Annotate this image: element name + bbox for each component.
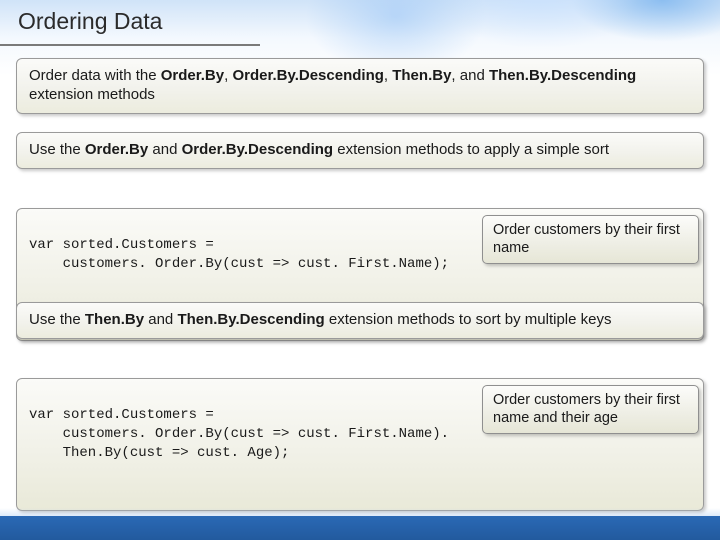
code-line: customers. Order.By(cust => cust. First.… [29,426,449,442]
text: and [144,311,177,328]
text: extension methods [29,86,155,103]
method-orderbydesc: Order.By.Descending [232,67,383,84]
code-line: var sorted.Customers = [29,237,214,253]
callout-2: Order customers by their first name and … [482,385,699,434]
method-orderby: Order.By [85,141,148,158]
method-thenbydesc: Then.By.Descending [177,311,324,328]
title-underline [0,44,260,46]
code-block-2: var sorted.Customers = customers. Order.… [16,378,704,511]
method-thenby: Then.By [392,67,451,84]
footer-shine [0,508,720,516]
orderby-card: Use the Order.By and Order.By.Descending… [16,132,704,169]
thenby-card: Use the Then.By and Then.By.Descending e… [16,302,704,339]
code-line: customers. Order.By(cust => cust. First.… [29,256,449,272]
text: extension methods to sort by multiple ke… [325,311,612,328]
code-line: Then.By(cust => cust. Age); [29,445,289,461]
method-thenby: Then.By [85,311,144,328]
code-line: var sorted.Customers = [29,407,214,423]
method-orderbydesc: Order.By.Descending [182,141,333,158]
text: extension methods to apply a simple sort [333,141,609,158]
text: Order data with the [29,67,161,84]
text: , and [451,67,489,84]
text: , [384,67,392,84]
text: Use the [29,311,85,328]
footer-bar [0,516,720,540]
callout-1: Order customers by their first name [482,215,699,264]
method-thenbydesc: Then.By.Descending [489,67,636,84]
intro-card: Order data with the Order.By, Order.By.D… [16,58,704,114]
method-orderby: Order.By [161,67,224,84]
text: Use the [29,141,85,158]
text: and [148,141,181,158]
slide-title: Ordering Data [18,8,162,35]
slide: Ordering Data Order data with the Order.… [0,0,720,540]
